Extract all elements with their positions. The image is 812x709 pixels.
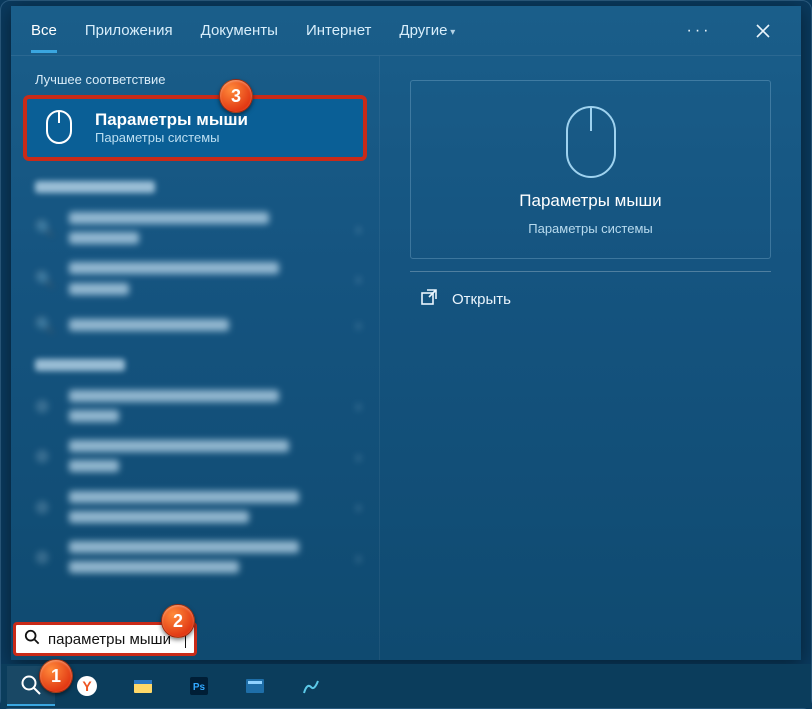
more-menu-button[interactable]: ··· xyxy=(681,13,717,49)
open-action[interactable]: Открыть xyxy=(400,272,781,326)
taskbar-app-generic[interactable] xyxy=(231,666,279,706)
best-match-label: Лучшее соответствие xyxy=(11,66,379,95)
list-item[interactable]: 🔍› xyxy=(11,204,379,254)
callout-badge-1: 1 xyxy=(39,659,73,693)
search-tabs: Все Приложения Документы Интернет Другие… xyxy=(11,6,801,56)
best-match-subtitle: Параметры системы xyxy=(95,130,248,145)
list-item[interactable]: 🔍› xyxy=(11,305,379,347)
section-web xyxy=(11,169,379,204)
taskbar-app-generic-2[interactable] xyxy=(287,666,335,706)
list-item[interactable]: 🔍› xyxy=(11,254,379,304)
open-icon xyxy=(420,288,438,310)
svg-text:Ps: Ps xyxy=(193,682,206,693)
svg-text:Y: Y xyxy=(82,678,92,694)
results-list: Лучшее соответствие Параметры мыши Парам… xyxy=(11,56,379,660)
taskbar-app-photoshop[interactable]: Ps xyxy=(175,666,223,706)
detail-subtitle: Параметры системы xyxy=(528,221,653,236)
tab-apps[interactable]: Приложения xyxy=(85,8,173,53)
close-button[interactable] xyxy=(745,13,781,49)
tab-internet[interactable]: Интернет xyxy=(306,8,371,53)
list-item[interactable]: ⚙› xyxy=(11,432,379,482)
mouse-icon xyxy=(39,107,79,147)
tab-all[interactable]: Все xyxy=(31,8,57,53)
callout-badge-2: 2 xyxy=(161,604,195,638)
list-item[interactable]: ⚙› xyxy=(11,533,379,583)
detail-card: Параметры мыши Параметры системы xyxy=(410,80,771,259)
open-label: Открыть xyxy=(452,291,511,308)
list-item[interactable]: ⚙› xyxy=(11,483,379,533)
taskbar-app-explorer[interactable] xyxy=(119,666,167,706)
best-match-title: Параметры мыши xyxy=(95,110,248,130)
tab-documents[interactable]: Документы xyxy=(201,8,278,53)
search-icon xyxy=(24,629,40,650)
mouse-icon-large xyxy=(561,103,621,181)
best-match-item[interactable]: Параметры мыши Параметры системы xyxy=(23,95,367,161)
tab-more[interactable]: Другие xyxy=(399,8,455,53)
search-panel: Все Приложения Документы Интернет Другие… xyxy=(11,6,801,660)
taskbar: Y Ps xyxy=(1,664,811,708)
detail-pane: Параметры мыши Параметры системы Открыть xyxy=(379,56,801,660)
search-input[interactable] xyxy=(48,631,177,648)
section-settings xyxy=(11,347,379,382)
detail-title: Параметры мыши xyxy=(519,191,661,211)
list-item[interactable]: ⚙› xyxy=(11,382,379,432)
callout-badge-3: 3 xyxy=(219,79,253,113)
